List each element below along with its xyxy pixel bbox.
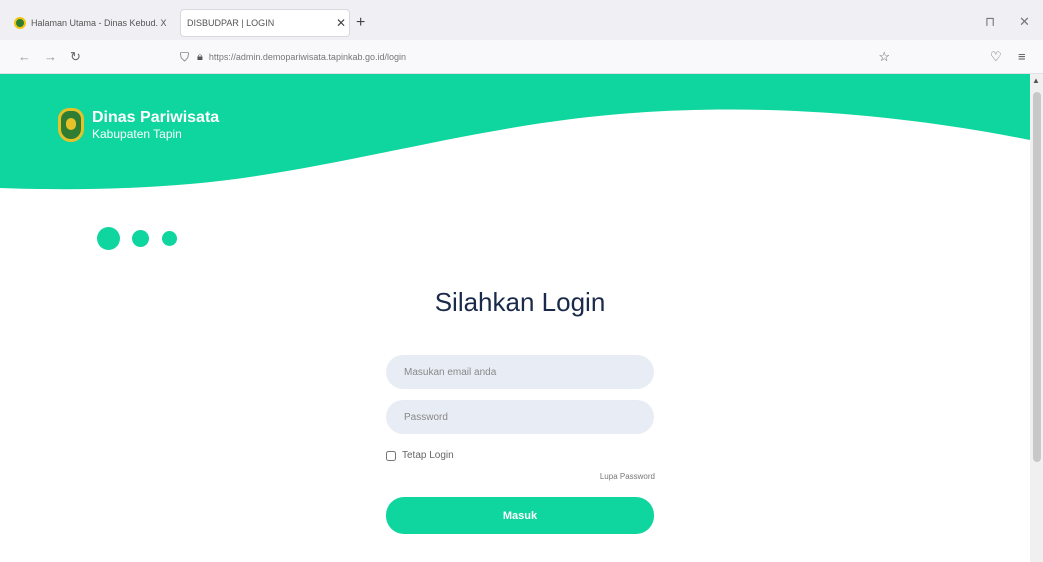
email-input[interactable]: [386, 355, 654, 389]
brand: Dinas Pariwisata Kabupaten Tapin: [58, 108, 219, 142]
remember-label: Tetap Login: [402, 450, 454, 461]
scroll-thumb[interactable]: [1033, 92, 1041, 462]
login-button[interactable]: Masuk: [386, 497, 654, 534]
shield-icon[interactable]: ⛉: [180, 50, 189, 65]
star-icon[interactable]: ☆: [878, 49, 890, 65]
lock-icon[interactable]: 🔒︎: [197, 51, 203, 64]
login-title: Silahkan Login: [434, 287, 606, 317]
browser-nav-bar: ← → ↻ ⛉ 🔒︎ https://admin.demopariwisata.…: [0, 40, 1043, 74]
remember-checkbox[interactable]: [386, 450, 396, 461]
page-scrollbar[interactable]: ▲: [1030, 74, 1043, 562]
login-page: Dinas Pariwisata Kabupaten Tapin Silahka…: [0, 74, 1030, 562]
window-minimize-icon[interactable]: ⊓: [985, 14, 995, 30]
address-bar[interactable]: ⛉ 🔒︎ https://admin.demopariwisata.tapink…: [180, 45, 900, 69]
url-text[interactable]: https://admin.demopariwisata.tapinkab.go…: [209, 52, 406, 62]
back-icon[interactable]: ←: [18, 49, 31, 64]
tab-home[interactable]: Halaman Utama - Dinas Kebud. X: [8, 9, 176, 37]
new-tab-icon[interactable]: +: [356, 14, 365, 32]
decorative-dot: [97, 227, 120, 250]
site-favicon-icon: [14, 17, 26, 29]
decorative-dot: [132, 230, 149, 247]
scroll-up-icon[interactable]: ▲: [1032, 76, 1040, 85]
forgot-password-link[interactable]: Lupa Password: [560, 472, 655, 481]
close-tab-icon[interactable]: ✕: [333, 16, 349, 30]
tab-title: DISBUDPAR | LOGIN: [187, 18, 275, 28]
remember-me[interactable]: Tetap Login: [386, 450, 454, 461]
password-input[interactable]: [386, 400, 654, 434]
decorative-dot: [162, 231, 177, 246]
pocket-icon[interactable]: ♡: [990, 49, 1002, 65]
org-name: Dinas Pariwisata: [92, 109, 220, 126]
reload-icon[interactable]: ↻: [70, 49, 81, 65]
menu-icon[interactable]: ≡: [1018, 49, 1026, 64]
regency-emblem-icon: [58, 108, 84, 142]
browser-tab-bar: Halaman Utama - Dinas Kebud. X DISBUDPAR…: [0, 0, 1043, 40]
forward-icon[interactable]: →: [44, 49, 57, 64]
window-close-icon[interactable]: ✕: [1019, 14, 1030, 30]
tab-login[interactable]: DISBUDPAR | LOGIN ✕: [180, 9, 350, 37]
tab-title: Halaman Utama - Dinas Kebud. X: [31, 18, 167, 28]
org-subtitle: Kabupaten Tapin: [92, 127, 182, 141]
